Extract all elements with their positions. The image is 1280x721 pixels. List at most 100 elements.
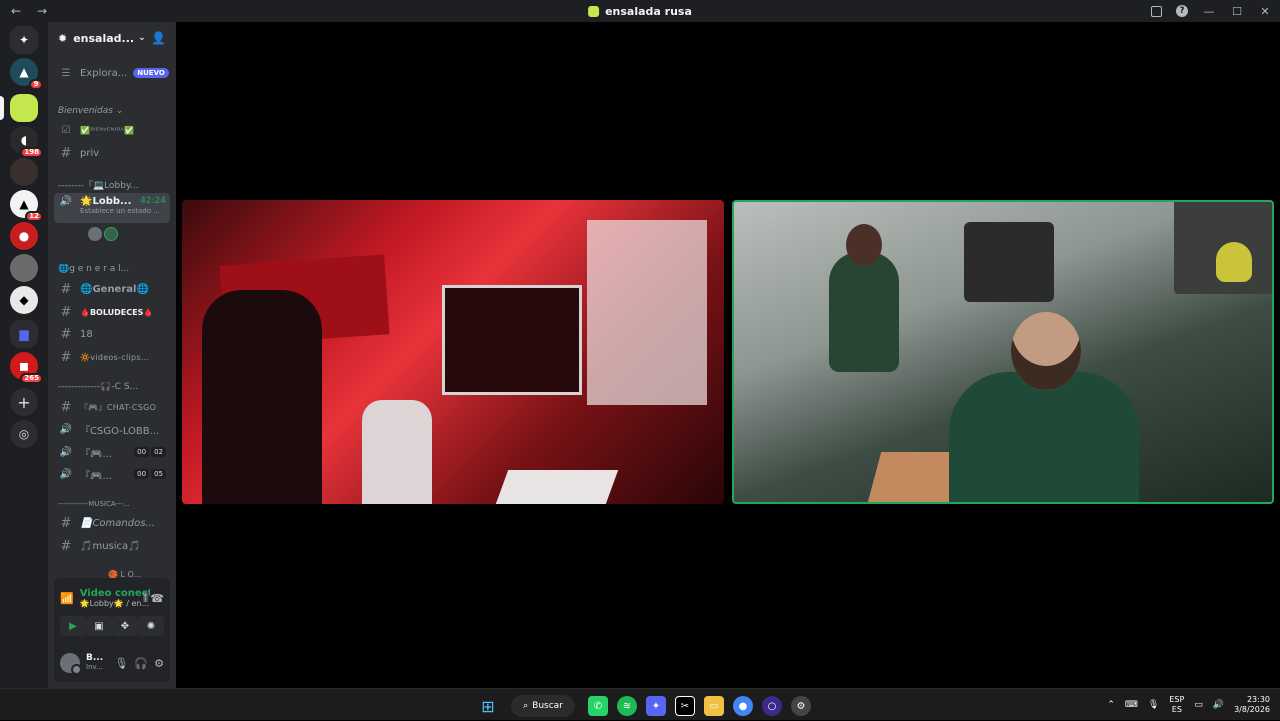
hash-icon: # [60, 515, 72, 531]
voice-channel-lobby[interactable]: 🔊 🌟Lobb... 42:24 Establece un estado ... [54, 193, 170, 223]
category-csgo[interactable]: -------------🎧-C S... [58, 382, 170, 392]
mention-badge: 198 [20, 147, 43, 158]
channel-label: 『CSGO-LOBB... [80, 425, 160, 437]
channel-priv[interactable]: # priv [54, 143, 170, 163]
noise-suppression-icon[interactable]: ⫼ [143, 591, 148, 605]
search-box[interactable]: ⌕ Buscar [511, 695, 575, 717]
voice-channel-a[interactable]: 🔊 『🎮... 00 02 [54, 442, 170, 462]
server-dark[interactable]: ◖ 198 [10, 126, 43, 158]
server-red[interactable]: ● [10, 222, 38, 250]
channel-comandos[interactable]: # 📄Comandos... [54, 513, 170, 533]
user-count: 00 [134, 447, 150, 457]
voice-status[interactable]: Establece un estado ... [80, 207, 166, 215]
category-bienvenidas[interactable]: Bienvenidas ⌄ [58, 106, 170, 116]
microphone-icon[interactable]: 🎙 [114, 657, 128, 670]
language-indicator[interactable]: ESP ES [1169, 695, 1184, 716]
clock[interactable]: 23:30 3/8/2026 [1234, 695, 1270, 716]
close-button[interactable]: ✕ [1258, 5, 1272, 18]
channel-chat-csgo[interactable]: # 『🎮』CHAT-CSGO [54, 397, 170, 417]
explore-icon: ☰ [61, 67, 71, 79]
chevron-down-icon: ⌄ [138, 33, 146, 43]
signal-icon[interactable]: 📶 [60, 592, 74, 605]
server-gray[interactable] [10, 254, 38, 282]
gear-icon[interactable]: ⚙ [154, 657, 164, 670]
add-server-icon[interactable]: + [10, 388, 38, 416]
channel-boludeces[interactable]: # 🩸BOLUDECES🩸 [54, 302, 170, 322]
avatar[interactable] [88, 227, 102, 241]
user-info[interactable]: B... Inv... 🎙 🎧 ⚙ [60, 650, 164, 676]
category-lobby[interactable]: --------『💻Lobby... [58, 178, 170, 191]
video-corner-camera [1174, 202, 1272, 294]
channel-label: 『🎮... [80, 470, 112, 482]
channel-label: priv [80, 147, 100, 159]
server-ensalada[interactable] [0, 94, 38, 122]
voice-channel-b[interactable]: 🔊 『🎮... 00 05 [54, 464, 170, 484]
video-window [442, 285, 582, 395]
channel-label: 『🎮』CHAT-CSGO [80, 402, 157, 412]
video-tile-1[interactable] [182, 200, 724, 504]
channel-label: 18 [80, 328, 93, 340]
soundboard-button[interactable]: ✺ [138, 616, 164, 636]
video-shelf [587, 220, 707, 405]
server-red-badge[interactable]: ◼ 265 [10, 352, 43, 384]
server-settings-icon: ✹ [58, 31, 68, 45]
channel-videos-clips[interactable]: # 🔆videos-clips... [54, 347, 170, 367]
microphone-tray-icon[interactable]: 🎙 [1148, 700, 1159, 710]
headphones-icon[interactable]: 🎧 [134, 657, 148, 670]
discord-taskbar-icon[interactable]: ✦ [646, 696, 666, 716]
chrome-icon[interactable]: ● [733, 696, 753, 716]
voice-channel-path[interactable]: 🌟Lobby🌟 / en... [80, 599, 150, 608]
channel-18[interactable]: # 18 [54, 324, 170, 344]
capcut-icon[interactable]: ✂ [675, 696, 695, 716]
server-portrait[interactable] [10, 158, 38, 186]
folder-icon[interactable]: ▆ [10, 320, 38, 348]
voice-channel-csgo-lobby[interactable]: 🔊 『CSGO-LOBB... [54, 419, 170, 439]
inbox-icon[interactable] [1151, 5, 1162, 17]
server-penguin[interactable]: ◆ [10, 286, 38, 314]
back-arrow-icon[interactable]: ← [10, 4, 22, 18]
channel-label: 🔆videos-clips... [80, 352, 150, 362]
hash-icon: # [60, 281, 72, 297]
channel-bienvenida[interactable]: ☑ ✅ᴮᴵᴱᴺᵛᴱᴺᴵᴰᴬ✅ [54, 120, 170, 140]
search-label: Buscar [532, 701, 563, 711]
language-code: ESP [1169, 694, 1185, 704]
server-white[interactable]: ▲ 12 [10, 190, 43, 222]
add-user-icon[interactable]: 👤 [151, 31, 166, 45]
server-header[interactable]: ✹ ensalad... ⌄ 👤 [48, 22, 176, 54]
channel-label: 📄Comandos... [80, 517, 155, 529]
category-musica[interactable]: ------------MUSICA---... [58, 500, 170, 508]
window-title-text: ensalada rusa [605, 4, 692, 18]
whatsapp-icon[interactable]: ✆ [588, 696, 608, 716]
forward-arrow-icon[interactable]: → [36, 4, 48, 18]
video-tile-2-speaking[interactable] [732, 200, 1274, 504]
minimize-button[interactable]: — [1202, 5, 1216, 18]
windows-start-icon[interactable]: ⊞ [478, 696, 498, 716]
discover-icon[interactable]: ◎ [10, 420, 38, 448]
camera-button[interactable]: ▶ [60, 616, 86, 636]
display-icon[interactable]: ▭ [1194, 700, 1203, 710]
app-icon[interactable]: ○ [762, 696, 782, 716]
explore-channels[interactable]: ☰ Explora... NUEVO [54, 63, 170, 83]
discord-icon[interactable]: ✦ [10, 26, 38, 54]
keyboard-icon[interactable]: ⌨ [1125, 700, 1138, 710]
maximize-button[interactable]: ☐ [1230, 5, 1244, 18]
user-status: Inv... [86, 663, 103, 672]
avatar[interactable] [104, 227, 118, 241]
server-triangle[interactable]: ▲ 9 [10, 58, 43, 90]
chevron-up-icon[interactable]: ⌃ [1107, 700, 1115, 710]
server-list: ✦ ▲ 9 ◖ 198 ▲ 12 ● ◆ ▆ ◼ 265 + ◎ [0, 22, 48, 688]
channel-musica[interactable]: # 🎵musica🎵 [54, 536, 170, 556]
volume-icon[interactable]: 🔊 [1213, 700, 1224, 710]
user-count: 00 [134, 469, 150, 479]
video-stage [176, 22, 1280, 688]
activities-button[interactable]: ✥ [112, 616, 138, 636]
help-icon[interactable]: ? [1176, 5, 1188, 17]
app-settings-icon[interactable]: ⚙ [791, 696, 811, 716]
category-general[interactable]: 🌐g e n e r a l... [58, 264, 170, 274]
file-explorer-icon[interactable]: ▭ [704, 696, 724, 716]
channel-general[interactable]: # 🌐General🌐 [54, 279, 170, 299]
screen-share-button[interactable]: ▣ [86, 616, 112, 636]
spotify-icon[interactable]: ≋ [617, 696, 637, 716]
avatar[interactable] [60, 653, 82, 675]
disconnect-icon[interactable]: ☎ [150, 592, 164, 605]
